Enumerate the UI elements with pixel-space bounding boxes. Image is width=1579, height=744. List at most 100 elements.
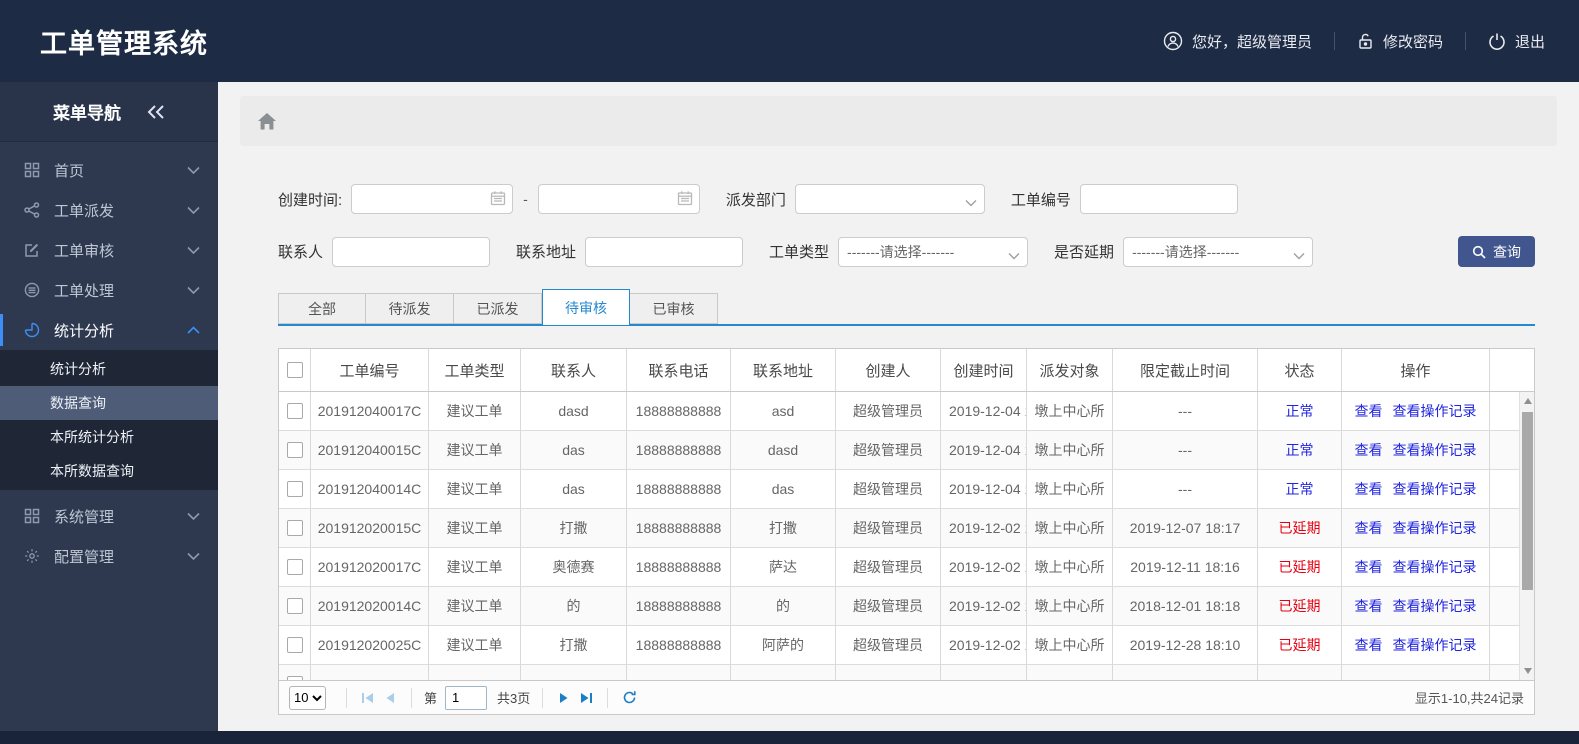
next-page-icon[interactable]: [553, 687, 575, 709]
order-type-field: -------请选择-------: [838, 236, 1029, 267]
logout-link[interactable]: 退出: [1488, 31, 1545, 52]
view-link[interactable]: 查看: [1355, 596, 1383, 616]
view-log-link[interactable]: 查看操作记录: [1393, 440, 1477, 460]
search-button[interactable]: 查询: [1458, 236, 1535, 267]
view-link[interactable]: 查看: [1355, 479, 1383, 499]
user-greeting[interactable]: 您好，超级管理员: [1163, 31, 1312, 52]
grid-outline-icon: [24, 508, 41, 525]
tab-reviewed[interactable]: 已审核: [630, 293, 718, 324]
column-header-actions[interactable]: 操作: [1342, 349, 1490, 391]
create-time-start-input[interactable]: [351, 184, 514, 214]
column-header-deadline[interactable]: 限定截止时间: [1113, 349, 1258, 391]
table-cell-deadline: 2019-12-07 18:17: [1113, 509, 1258, 547]
last-page-icon[interactable]: [575, 687, 597, 709]
column-header-address[interactable]: 联系地址: [731, 349, 836, 391]
column-header-order-no[interactable]: 工单编号: [311, 349, 429, 391]
scroll-up-arrow[interactable]: [1520, 394, 1535, 408]
sidebar-item-config[interactable]: 配置管理: [0, 536, 218, 576]
column-header-created-at[interactable]: 创建时间: [941, 349, 1027, 391]
sidebar-subitem-local-data-query[interactable]: 本所数据查询: [0, 454, 218, 488]
row-checkbox[interactable]: [286, 637, 303, 653]
contact-input[interactable]: [332, 236, 491, 267]
column-header-status[interactable]: 状态: [1258, 349, 1342, 391]
view-link[interactable]: 查看: [1355, 557, 1383, 577]
sidebar-item-dispatch[interactable]: 工单派发: [0, 190, 218, 230]
tab-pending-dispatch[interactable]: 待派发: [366, 293, 454, 324]
row-checkbox[interactable]: [286, 676, 303, 680]
order-no-input[interactable]: [1079, 184, 1238, 214]
tab-all[interactable]: 全部: [278, 293, 366, 324]
table-scrollbar[interactable]: [1519, 392, 1534, 680]
prev-page-icon[interactable]: [379, 687, 401, 709]
sidebar-item-review[interactable]: 工单审核: [0, 230, 218, 270]
view-log-link[interactable]: 查看操作记录: [1393, 557, 1477, 577]
table-cell-address: das: [731, 470, 836, 508]
row-checkbox[interactable]: [286, 403, 303, 419]
table-cell-order_no: 201912040015C: [311, 431, 429, 469]
delay-select[interactable]: -------请选择-------: [1123, 236, 1314, 267]
power-icon: [1488, 32, 1506, 50]
row-checkbox[interactable]: [286, 598, 303, 614]
table-cell-address: 萨达: [731, 548, 836, 586]
sidebar-subitem-data-query[interactable]: 数据查询: [0, 386, 218, 420]
lock-icon: [1357, 32, 1374, 50]
table-cell-phone: 18888888888: [627, 587, 731, 625]
home-icon[interactable]: [257, 112, 277, 131]
column-header-contact[interactable]: 联系人: [521, 349, 627, 391]
table-cell-order_type: 建议工单: [429, 626, 521, 664]
share-icon: [24, 201, 41, 219]
row-checkbox[interactable]: [286, 442, 303, 458]
change-password-link[interactable]: 修改密码: [1357, 31, 1443, 52]
sidebar-item-label: 工单审核: [54, 242, 115, 260]
table-row: 201912040017C 建议工单 dasd 18888888888 asd 超级管理员…: [279, 392, 1534, 431]
table-cell-order_no: 201912040017C: [311, 392, 429, 430]
view-link[interactable]: 查看: [1355, 635, 1383, 655]
view-link[interactable]: 查看: [1355, 440, 1383, 460]
scroll-down-arrow[interactable]: [1520, 664, 1535, 678]
view-log-link[interactable]: 查看操作记录: [1393, 479, 1477, 499]
refresh-icon[interactable]: [618, 687, 640, 709]
view-log-link[interactable]: 查看操作记录: [1393, 518, 1477, 538]
sidebar-item-home[interactable]: 首页: [0, 150, 218, 190]
view-log-link[interactable]: 查看操作记录: [1393, 401, 1477, 421]
create-time-end-input[interactable]: [537, 184, 700, 214]
first-page-icon[interactable]: [357, 687, 379, 709]
table-cell-phone: 18888888888: [627, 431, 731, 469]
table-cell-creator: 超级管理员: [836, 587, 941, 625]
view-link[interactable]: 查看: [1355, 401, 1383, 421]
collapse-icon[interactable]: [147, 104, 165, 120]
scrollbar-thumb[interactable]: [1522, 412, 1533, 590]
topbar-divider: [1333, 32, 1335, 50]
order-type-select[interactable]: -------请选择-------: [838, 236, 1029, 267]
view-log-link[interactable]: 查看操作记录: [1393, 635, 1477, 655]
tab-pending-review[interactable]: 待审核: [542, 289, 630, 326]
view-log-link[interactable]: 查看操作记录: [1393, 596, 1477, 616]
page-size-select[interactable]: 10: [289, 685, 326, 710]
sidebar-item-process[interactable]: 工单处理: [0, 270, 218, 310]
dispatch-dept-select[interactable]: [794, 184, 985, 214]
chevron-up-icon: [187, 325, 200, 335]
column-header-phone[interactable]: 联系电话: [627, 349, 731, 391]
sidebar-item-system[interactable]: 系统管理: [0, 496, 218, 536]
row-checkbox[interactable]: [286, 481, 303, 497]
current-page-input[interactable]: [445, 685, 488, 710]
view-link[interactable]: 查看: [1355, 518, 1383, 538]
table-cell-dispatch_to: 墩上中心所: [1027, 509, 1113, 547]
row-checkbox[interactable]: [286, 520, 303, 536]
select-all-checkbox-cell: [279, 349, 311, 391]
table-cell-order_type: 建议工单: [429, 392, 521, 430]
column-header-creator[interactable]: 创建人: [836, 349, 941, 391]
column-header-dispatch-to[interactable]: 派发对象: [1027, 349, 1113, 391]
column-header-order-type[interactable]: 工单类型: [429, 349, 521, 391]
table-cell-order_type: [429, 665, 521, 680]
table-cell-created_at: 2019-12-04 15: [941, 470, 1027, 508]
row-checkbox[interactable]: [286, 559, 303, 575]
sidebar-subitem-local-statistics[interactable]: 本所统计分析: [0, 420, 218, 454]
sidebar-subitem-statistics-analysis[interactable]: 统计分析: [0, 352, 218, 386]
address-input[interactable]: [585, 236, 744, 267]
table-cell-order_type: 建议工单: [429, 587, 521, 625]
status-tabs: 全部 待派发 已派发 待审核 已审核: [278, 289, 1535, 326]
select-all-checkbox[interactable]: [286, 362, 303, 378]
sidebar-item-statistics[interactable]: 统计分析: [0, 310, 218, 350]
tab-dispatched[interactable]: 已派发: [454, 293, 542, 324]
